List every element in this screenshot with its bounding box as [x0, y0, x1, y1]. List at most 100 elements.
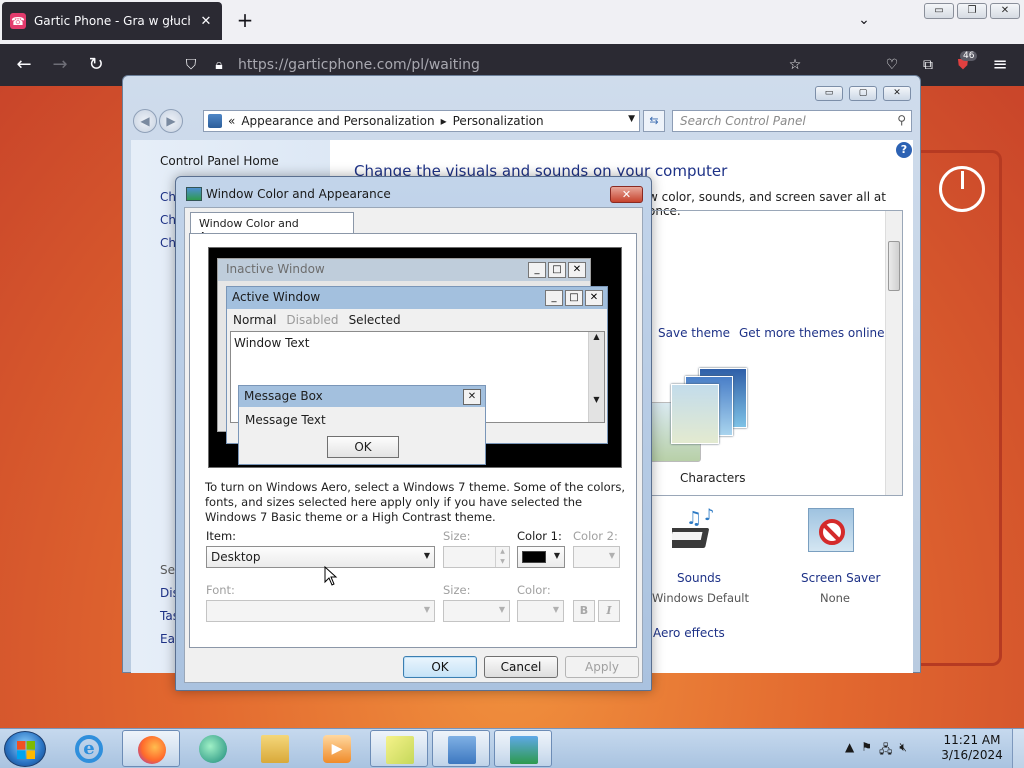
sidebar-link-2[interactable]: Ch	[160, 213, 176, 227]
taskbar-sticky-notes[interactable]	[370, 730, 428, 767]
size-spinner[interactable]: ▲ ▼	[443, 546, 510, 568]
preview-ok-button[interactable]: OK	[327, 436, 399, 458]
show-hidden-icons-icon[interactable]: ▲	[845, 740, 854, 761]
reload-icon[interactable]: ↻	[84, 53, 108, 77]
menu-icon[interactable]: ≡	[988, 53, 1012, 77]
taskbar-chat[interactable]	[184, 730, 242, 767]
url-text[interactable]: https://garticphone.com/pl/waiting	[238, 57, 480, 73]
breadcrumb-separator-icon[interactable]: ▸	[441, 114, 447, 128]
save-theme-link[interactable]: Save theme	[658, 326, 730, 340]
dialog-close-button[interactable]: ✕	[610, 186, 643, 203]
taskbar-firefox[interactable]	[122, 730, 180, 767]
close-icon: ✕	[568, 262, 586, 278]
forward-arrow-icon[interactable]: →	[48, 53, 72, 77]
search-icon[interactable]: ⚲	[897, 113, 906, 127]
chevron-down-icon: ▼	[552, 605, 559, 614]
taskbar-ie[interactable]: e	[60, 730, 118, 767]
appearance-preview[interactable]: Inactive Window _ □ ✕ Active Window _ □ …	[208, 247, 622, 468]
font-size-label: Size:	[443, 583, 471, 597]
lock-icon[interactable]: 🔒︎	[210, 57, 228, 75]
extensions-icon[interactable]: ⧉	[916, 53, 940, 77]
sidebar-link-3[interactable]: Ch	[160, 236, 176, 250]
control-panel-icon	[208, 114, 222, 128]
color2-label: Color 2:	[573, 529, 618, 543]
item-select[interactable]: Desktop ▼	[206, 546, 435, 568]
taskbar-explorer[interactable]	[246, 730, 304, 767]
sounds-icon[interactable]: ♫ ♪	[672, 506, 722, 554]
browser-tab[interactable]: ☎ Gartic Phone - Gra w głuchy tel ✕	[2, 2, 222, 40]
color2-picker[interactable]: ▼	[573, 546, 620, 568]
cp-maximize-button[interactable]: ▢	[849, 86, 877, 101]
chevron-down-icon[interactable]: ⌄	[854, 12, 874, 32]
dialog-panel: Inactive Window _ □ ✕ Active Window _ □ …	[189, 233, 637, 648]
dialog-title: Window Color and Appearance	[206, 187, 391, 201]
cp-search-input[interactable]: Search Control Panel ⚲	[672, 110, 912, 132]
new-tab-button[interactable]: +	[234, 10, 256, 32]
theme-name[interactable]: Characters	[680, 471, 746, 485]
start-button[interactable]	[4, 731, 46, 767]
font-select[interactable]: ▼	[206, 600, 435, 622]
aero-effects-link[interactable]: Aero effects	[653, 626, 725, 640]
sounds-value: Windows Default	[652, 591, 750, 605]
close-window-button[interactable]: ✕	[990, 3, 1020, 19]
clock[interactable]: 11:21 AM 3/16/2024	[940, 733, 1004, 763]
ok-button[interactable]: OK	[403, 656, 477, 678]
help-icon[interactable]: ?	[896, 142, 912, 158]
font-size-select[interactable]: ▼	[443, 600, 510, 622]
close-icon[interactable]: ✕	[198, 14, 214, 29]
shield-icon[interactable]: ⛉	[182, 57, 200, 75]
volume-muted-icon[interactable]: 🔇︎	[899, 740, 907, 761]
message-box-title[interactable]: Message Box	[239, 386, 485, 407]
minimize-button[interactable]: ▭	[924, 3, 954, 19]
taskbar-media-player[interactable]: ▶	[308, 730, 366, 767]
screen-saver-icon[interactable]	[808, 508, 854, 552]
color1-picker[interactable]: ▼	[517, 546, 565, 568]
restore-button[interactable]: ❐	[957, 3, 987, 19]
characters-theme-icon[interactable]	[665, 368, 751, 444]
breadcrumb-personalization[interactable]: Personalization	[453, 114, 544, 128]
preview-message-box[interactable]: Message Box ✕ Message Text OK	[238, 385, 486, 465]
taskbar-display-settings[interactable]	[494, 730, 552, 767]
sounds-link[interactable]: Sounds	[677, 571, 721, 585]
color-swatch	[522, 551, 546, 563]
font-color-picker[interactable]: ▼	[517, 600, 564, 622]
message-text[interactable]: Message Text	[245, 413, 326, 427]
menu-disabled[interactable]: Disabled	[286, 313, 338, 327]
minimize-icon: _	[545, 290, 563, 306]
pocket-icon[interactable]: ♡	[880, 53, 904, 77]
screen-saver-link[interactable]: Screen Saver	[801, 571, 880, 585]
preview-menu: Normal Disabled Selected	[233, 313, 401, 327]
cp-minimize-button[interactable]: ▭	[815, 86, 843, 101]
menu-selected[interactable]: Selected	[349, 313, 401, 327]
sidebar-link-1[interactable]: Ch	[160, 190, 176, 204]
show-desktop-button[interactable]	[1012, 729, 1024, 768]
cp-forward-icon[interactable]: ▶	[159, 109, 183, 133]
cp-close-button[interactable]: ✕	[883, 86, 911, 101]
bookmark-star-icon[interactable]: ☆	[786, 57, 804, 75]
chevron-down-icon: ▼	[553, 551, 560, 560]
breadcrumb-chevron[interactable]: «	[228, 114, 235, 128]
theme-scrollbar[interactable]	[885, 211, 902, 495]
sidebar-home-link[interactable]: Control Panel Home	[160, 154, 279, 168]
tab-window-color[interactable]: Window Color and Appearance	[190, 212, 354, 243]
back-arrow-icon[interactable]: ←	[12, 53, 36, 77]
taskbar-control-panel[interactable]	[432, 730, 490, 767]
apply-button[interactable]: Apply	[565, 656, 639, 678]
breadcrumb-appearance[interactable]: Appearance and Personalization	[241, 114, 434, 128]
menu-normal[interactable]: Normal	[233, 313, 276, 327]
scroll-thumb[interactable]	[888, 241, 900, 291]
svg-text:♪: ♪	[704, 506, 714, 524]
address-dropdown-icon[interactable]: ▼	[628, 114, 635, 124]
cp-address-bar[interactable]: « Appearance and Personalization ▸ Perso…	[203, 110, 640, 132]
preview-scrollbar[interactable]: ▲ ▼	[588, 332, 604, 422]
cancel-button[interactable]: Cancel	[484, 656, 558, 678]
cp-back-icon[interactable]: ◀	[133, 109, 157, 133]
clock-time: 11:21 AM	[943, 733, 1001, 747]
more-themes-link[interactable]: Get more themes online	[739, 326, 885, 340]
network-icon[interactable]: 🖧︎	[879, 740, 892, 761]
spinner-arrows-icon[interactable]: ▲ ▼	[495, 547, 509, 567]
flag-icon[interactable]: ⚑	[861, 740, 872, 761]
refresh-icon[interactable]: ⇆	[643, 110, 665, 132]
italic-button[interactable]: I	[598, 600, 620, 622]
bold-button[interactable]: B	[573, 600, 595, 622]
